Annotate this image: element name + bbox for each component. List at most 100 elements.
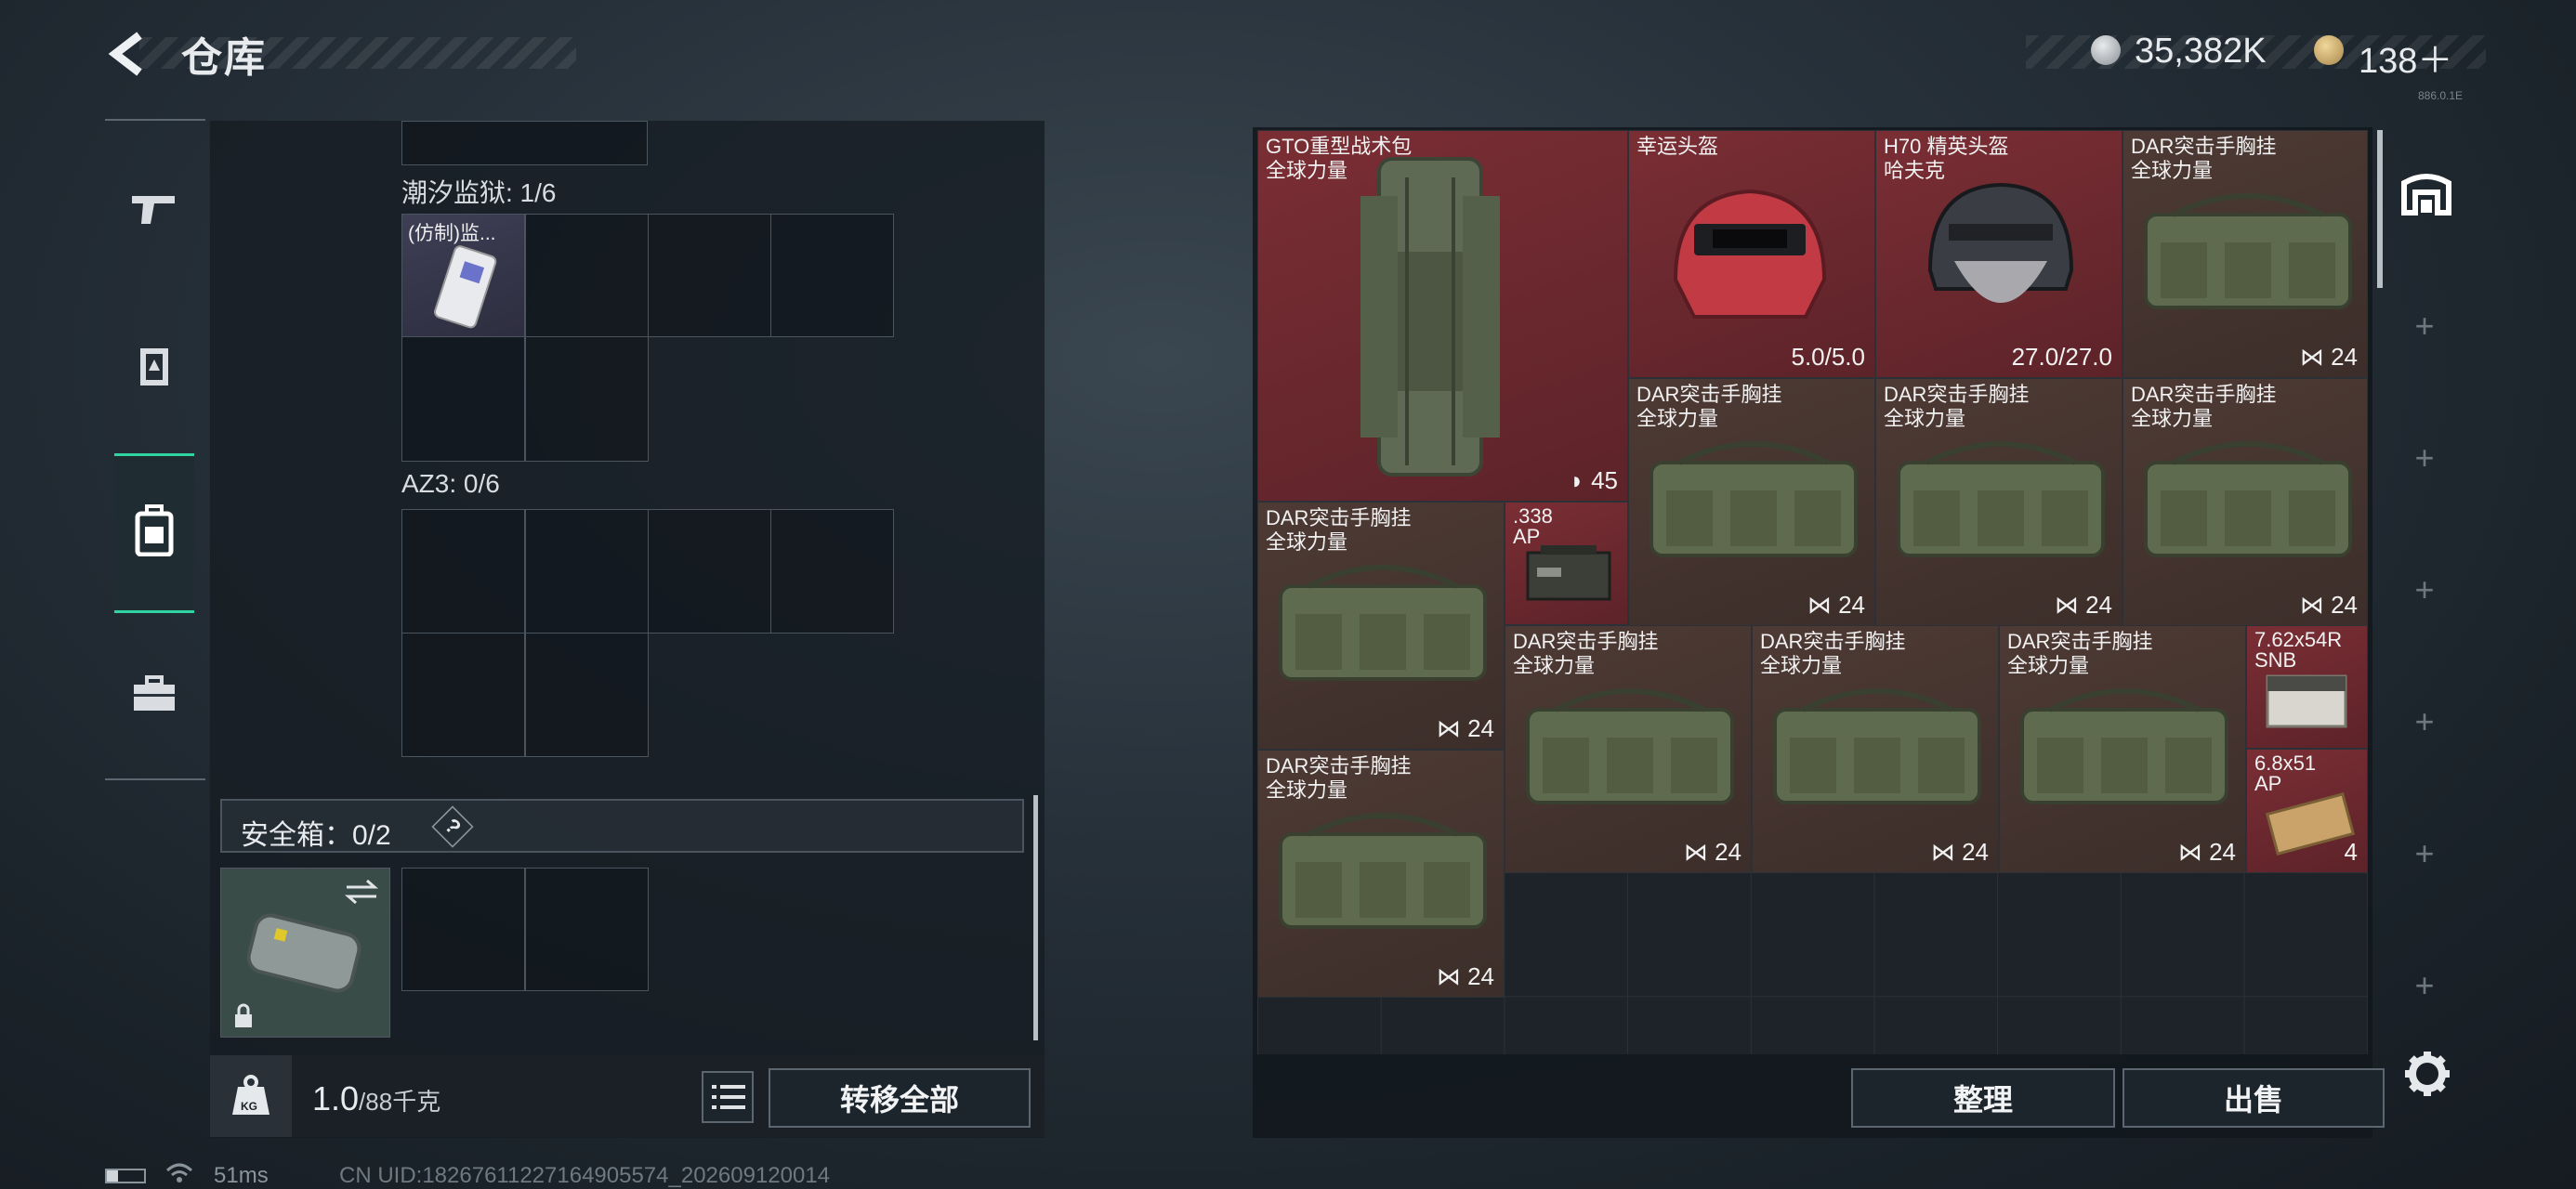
inventory-item[interactable]: GTO重型战术包 全球力量 ◗ 45: [1257, 130, 1628, 502]
swap-icon[interactable]: [343, 878, 380, 906]
inventory-item[interactable]: DAR突击手胸挂 全球力量 ⋈ 24: [1752, 625, 1999, 873]
item-count: 24: [1467, 962, 1494, 990]
inventory-scrollbar[interactable]: [2377, 130, 2383, 288]
back-arrow-icon: [108, 32, 142, 76]
weapon-icon: [132, 196, 175, 224]
inventory-item[interactable]: 7.62x54R SNB: [2246, 625, 2368, 749]
add-stash-tab-button[interactable]: +: [2411, 441, 2438, 475]
inventory-item[interactable]: H70 精英头盔 哈夫克 27.0/27.0: [1875, 130, 2123, 378]
sidebar-item-briefcase[interactable]: [125, 665, 183, 723]
capacity-icon: ⋈: [1807, 591, 1839, 619]
item-name: DAR突击手胸挂: [1760, 630, 1906, 653]
sidebar-bottom-divider: [105, 778, 205, 780]
add-stash-tab-button[interactable]: +: [2411, 573, 2438, 607]
grid-cell: [648, 214, 771, 337]
chest-rig-icon: [2020, 688, 2228, 804]
stash-tab-main[interactable]: [2394, 162, 2459, 227]
currency-secondary[interactable]: 138＋: [2359, 32, 2452, 83]
inventory-item[interactable]: DAR突击手胸挂 全球力量 ⋈ 24: [2123, 130, 2368, 378]
item-name: DAR突击手胸挂: [1266, 754, 1412, 777]
inventory-item[interactable]: DAR突击手胸挂 全球力量 ⋈ 24: [1505, 625, 1752, 873]
item-brand: 全球力量: [2131, 407, 2214, 430]
grid-cell: [770, 214, 894, 337]
sidebar-top-divider: [105, 119, 205, 121]
item-count: 24: [1962, 838, 1989, 866]
item-name: DAR突击手胸挂: [2007, 630, 2153, 653]
settings-button[interactable]: [2401, 1048, 2453, 1100]
inventory-item[interactable]: DAR突击手胸挂 全球力量 ⋈ 24: [1257, 750, 1505, 998]
chest-rig-icon: [1279, 565, 1487, 681]
ammo-box-icon: [1526, 545, 1611, 601]
inventory-item[interactable]: .338 AP: [1505, 502, 1628, 625]
inventory-item[interactable]: DAR突击手胸挂 全球力量 ⋈ 24: [1875, 378, 2123, 626]
capacity-icon: ⋈: [2054, 591, 2086, 619]
sort-button[interactable]: 整理: [1851, 1068, 2115, 1128]
house-icon: [2401, 174, 2451, 216]
weight-value: 1.0/88千克: [312, 1079, 440, 1118]
transfer-all-button[interactable]: 转移全部: [769, 1068, 1031, 1128]
add-stash-tab-button[interactable]: +: [2411, 969, 2438, 1002]
item-name: DAR突击手胸挂: [1636, 383, 1782, 406]
inventory-item[interactable]: 6.8x51 AP 4: [2246, 749, 2368, 873]
grid-cell: [525, 336, 649, 462]
add-stash-tab-button[interactable]: +: [2411, 705, 2438, 738]
safe-box-slot[interactable]: [220, 868, 390, 1038]
weight-icon-box: KG: [210, 1055, 292, 1137]
gear-icon: [2405, 1052, 2450, 1096]
item-count: 4: [2344, 838, 2358, 866]
helmet-icon: [1927, 182, 2074, 303]
capacity-icon: ⋈: [2299, 343, 2332, 371]
inventory-item[interactable]: DAR突击手胸挂 全球力量 ⋈ 24: [1628, 378, 1875, 626]
item-slot-fake-card[interactable]: (仿制)监...: [401, 214, 525, 337]
ping-text: 51ms: [214, 1163, 269, 1188]
back-button[interactable]: [102, 26, 158, 82]
ammo-box-icon: [2265, 792, 2356, 856]
keycard-icon: [433, 245, 497, 329]
sell-button[interactable]: 出售: [2123, 1068, 2385, 1128]
grid-cell: [525, 509, 649, 634]
capacity-icon: ⋈: [1683, 838, 1715, 866]
item-brand: 全球力量: [1884, 407, 1966, 430]
item-brand: 全球力量: [1266, 778, 1348, 802]
weight-max: /88千克: [359, 1088, 441, 1116]
list-icon: [712, 1085, 745, 1109]
help-icon[interactable]: ?: [431, 805, 474, 848]
capacity-icon: ⋈: [1436, 714, 1468, 742]
container-scrollbar[interactable]: [1033, 795, 1038, 1040]
item-name: DAR突击手胸挂: [2131, 383, 2277, 406]
item-count: 24: [1467, 714, 1494, 742]
item-brand: 全球力量: [1513, 654, 1596, 677]
capacity-icon: ⋈: [1930, 838, 1963, 866]
grid-cell: [401, 336, 525, 462]
section-label-prison: 潮汐监狱: 1/6: [401, 178, 557, 207]
inventory-item[interactable]: DAR突击手胸挂 全球力量 ⋈ 24: [1999, 625, 2246, 873]
safe-box-label: 安全箱：0/2: [241, 820, 391, 851]
chest-rig-icon: [1526, 688, 1734, 804]
list-view-button[interactable]: [702, 1071, 754, 1123]
item-count: 24: [2331, 343, 2358, 371]
sidebar-item-weapons[interactable]: [125, 180, 183, 238]
chest-rig-icon: [1773, 688, 1981, 804]
item-name: DAR突击手胸挂: [2131, 135, 2277, 158]
add-stash-tab-button[interactable]: +: [2411, 309, 2438, 343]
item-name: DAR突击手胸挂: [1884, 383, 2030, 406]
inventory-item[interactable]: 幸运头盔 5.0/5.0: [1628, 130, 1875, 378]
inventory-item[interactable]: DAR突击手胸挂 全球力量 ⋈ 24: [2123, 378, 2368, 626]
inventory-item[interactable]: DAR突击手胸挂 全球力量 ⋈ 24: [1257, 502, 1505, 750]
capacity-icon: ◗: [1570, 466, 1592, 494]
item-name: DAR突击手胸挂: [1266, 506, 1412, 529]
item-brand: 全球力量: [2131, 159, 2214, 182]
item-durability: 5.0/5.0: [1791, 343, 1865, 371]
sidebar-item-armor[interactable]: [125, 338, 183, 396]
sidebar-item-backpack[interactable]: [125, 502, 183, 559]
safe-box-empty-slot: [401, 868, 525, 991]
add-stash-tab-button[interactable]: +: [2411, 837, 2438, 870]
chest-rig-icon: [1279, 813, 1487, 929]
grid-cell: [648, 509, 771, 634]
helmet-icon: [1673, 189, 1827, 319]
item-name: DAR突击手胸挂: [1513, 630, 1659, 653]
ammo-box-icon: [2266, 674, 2347, 728]
item-count: 24: [1838, 591, 1865, 619]
capacity-icon: ⋈: [1436, 962, 1468, 990]
battery-icon: [105, 1169, 146, 1183]
